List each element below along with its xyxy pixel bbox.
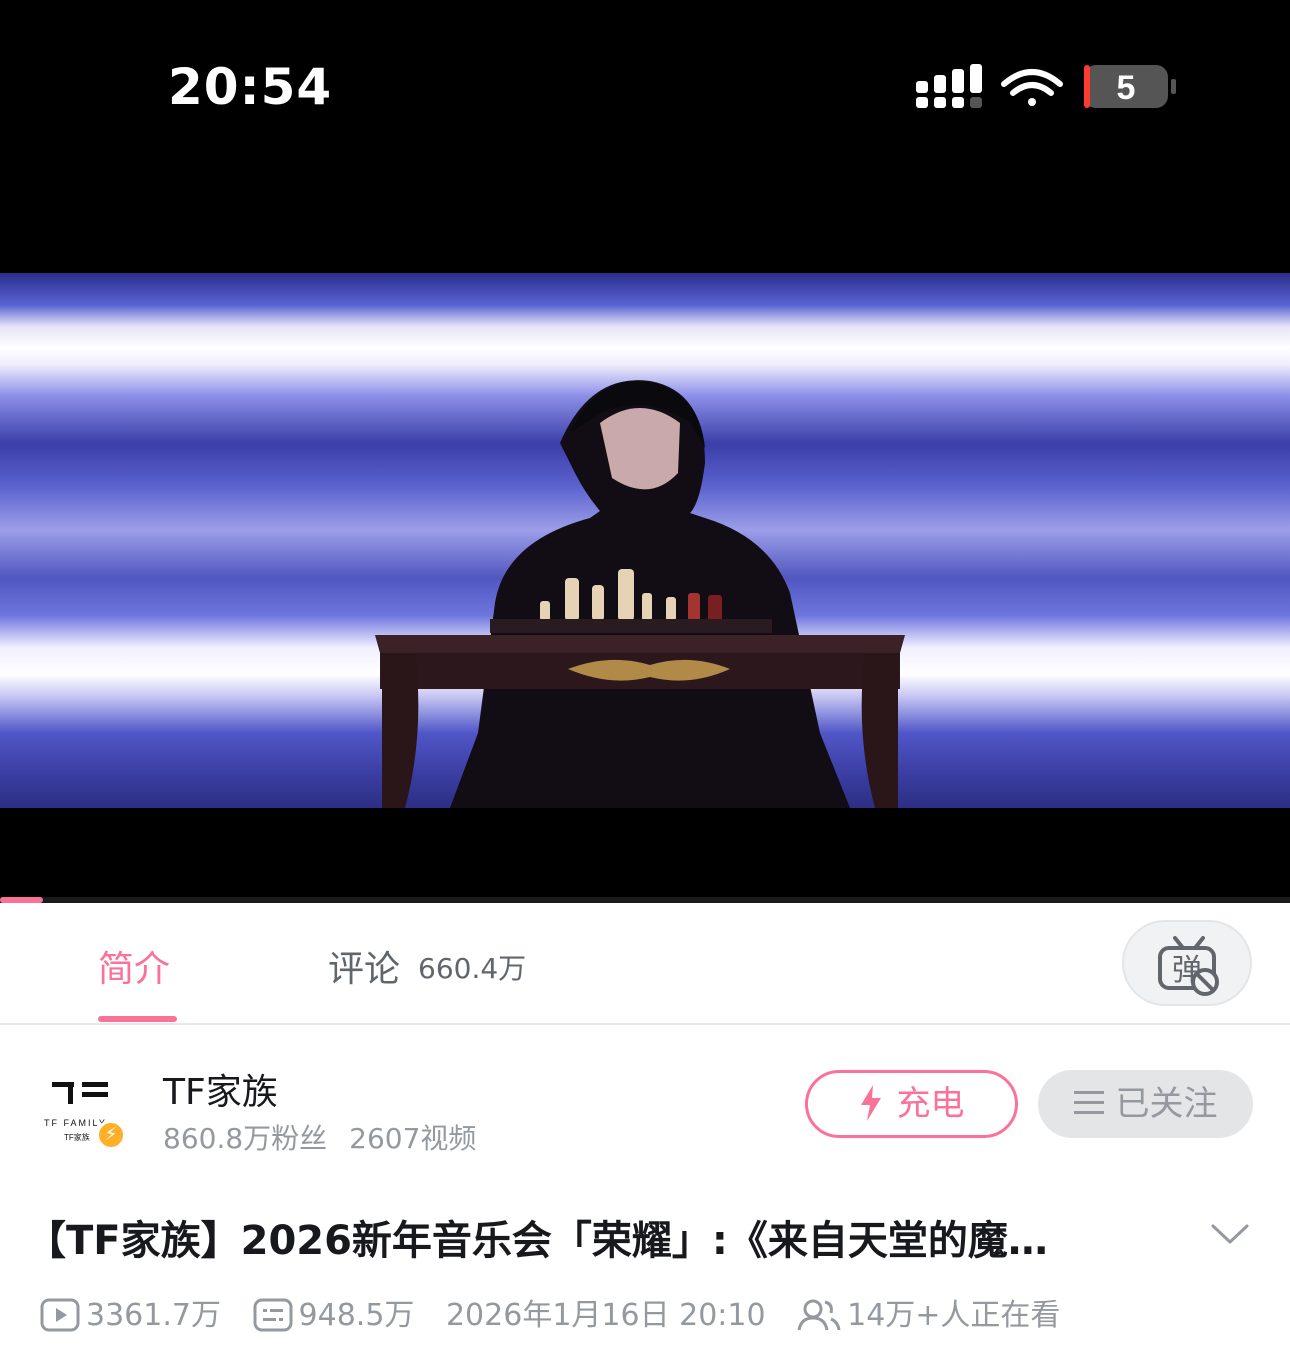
lightning-icon (860, 1084, 881, 1121)
status-time: 20:54 (168, 58, 333, 116)
signal-icon (916, 64, 982, 108)
svg-text:5: 5 (1117, 69, 1136, 107)
menu-icon (1073, 1090, 1104, 1114)
uploader-card: TF FAMILY TF家族 ⚡ TF家族 860.8万粉丝 2607视频 充电 … (0, 1025, 1290, 1185)
follow-button[interactable]: 已关注 (1038, 1070, 1253, 1138)
uploader-name[interactable]: TF家族 (163, 1063, 278, 1115)
views-count: 3361.7万 (86, 1298, 221, 1333)
comments-count[interactable]: 660.4万 (418, 947, 526, 987)
danmaku-off-icon: 弹 (1158, 936, 1219, 996)
chevron-down-icon[interactable] (1210, 1222, 1250, 1246)
follow-label: 已关注 (1115, 1084, 1218, 1124)
charge-button[interactable]: 充电 (805, 1070, 1018, 1138)
danmaku-count: 948.5万 (298, 1298, 415, 1333)
play-count-icon (40, 1298, 80, 1331)
performer-scene (375, 380, 905, 808)
tab-comments[interactable]: 评论 (328, 940, 400, 992)
wifi-icon (1001, 69, 1063, 106)
video-frame[interactable] (0, 273, 1290, 808)
danmaku-toggle-button[interactable]: 弹 (1122, 920, 1252, 1006)
video-meta: 3361.7万 948.5万 2026年1月16日 20:10 14万+人正在看 (40, 1290, 1082, 1334)
chess-board (490, 619, 772, 633)
publish-time: 2026年1月16日 20:10 (445, 1298, 766, 1333)
status-icons: 5 (912, 62, 1182, 112)
videos-count: 2607视频 (349, 1122, 477, 1155)
people-icon (797, 1299, 841, 1330)
tab-active-indicator (98, 1016, 177, 1022)
charge-label: 充电 (896, 1084, 965, 1124)
watching-count: 14万+人正在看 (847, 1298, 1061, 1333)
danmaku-count-icon (253, 1298, 293, 1331)
watching-stat: 14万+人正在看 (797, 1290, 1060, 1334)
views-stat: 3361.7万 (40, 1290, 221, 1334)
video-title[interactable]: 【TF家族】2026新年音乐会「荣耀」:《来自天堂的魔… (26, 1208, 1156, 1266)
tab-intro[interactable]: 简介 (98, 940, 170, 992)
danmaku-stat: 948.5万 (253, 1290, 415, 1334)
uploader-stats: 860.8万粉丝 2607视频 (163, 1117, 476, 1157)
followers-count: 860.8万粉丝 (163, 1122, 328, 1155)
battery-icon: 5 (1084, 65, 1176, 108)
video-player[interactable]: 20:54 5 (0, 0, 1290, 903)
tab-bar: 简介 评论 660.4万 弹 (0, 903, 1290, 1025)
svg-text:TF家族: TF家族 (64, 1132, 90, 1142)
charge-badge-icon: ⚡ (96, 1120, 126, 1150)
